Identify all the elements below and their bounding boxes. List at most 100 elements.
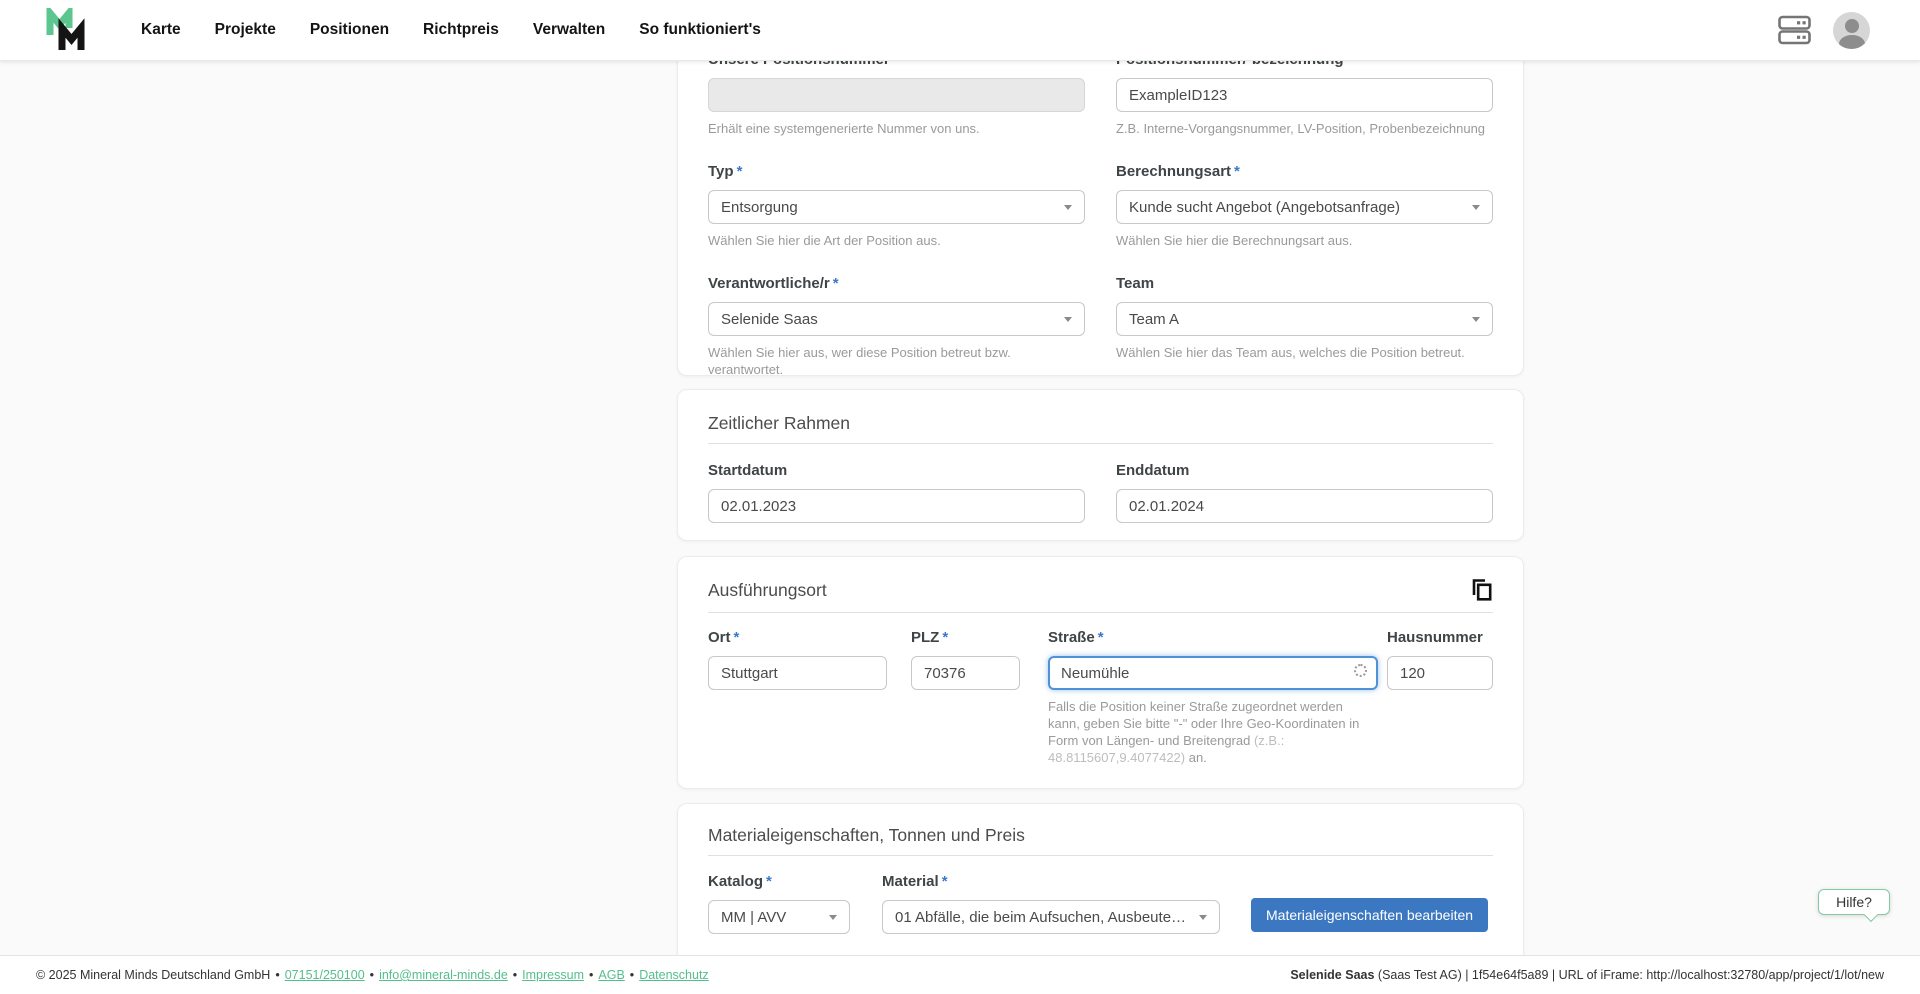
positionsnummer-input[interactable] [1116,78,1493,112]
chevron-down-icon [1064,317,1072,322]
footer-separator: • [370,968,374,982]
footer-separator: • [630,968,634,982]
footer-copyright: © 2025 Mineral Minds Deutschland GmbH [36,968,270,982]
hausnummer-input[interactable] [1387,656,1493,690]
field-startdatum: Startdatum [708,462,1085,523]
startdatum-input[interactable] [708,489,1085,523]
app-header: Karte Projekte Positionen Richtpreis Ver… [0,0,1920,61]
katalog-select[interactable]: MM | AVV [708,900,850,934]
required-asterisk: * [1234,163,1240,180]
field-typ: Typ* Entsorgung Wählen Sie hier die Art … [708,163,1085,249]
card-zeitlicher-rahmen: Zeitlicher Rahmen Startdatum Enddatum [677,389,1524,541]
footer-email-link[interactable]: info@mineral-minds.de [379,968,508,982]
typ-select[interactable]: Entsorgung [708,190,1085,224]
enddatum-input[interactable] [1116,489,1493,523]
field-verantwortliche: Verantwortliche/r* Selenide Saas Wählen … [708,275,1085,378]
plz-label: PLZ [911,629,939,646]
field-plz: PLZ* [911,629,1020,766]
team-helper: Wählen Sie hier das Team aus, welches di… [1116,344,1493,361]
card-ausfuehrungsort: Ausführungsort Ort* PLZ* Straße* [677,556,1524,789]
verantwortliche-label: Verantwortliche/r [708,275,830,292]
strasse-helper-suffix: an. [1185,750,1207,765]
hausnummer-label: Hausnummer [1387,629,1483,646]
section-title-zeitlicher-rahmen: Zeitlicher Rahmen [708,412,1493,434]
field-enddatum: Enddatum [1116,462,1493,523]
footer-impressum-link[interactable]: Impressum [522,968,584,982]
verantwortliche-select[interactable]: Selenide Saas [708,302,1085,336]
mm-logo-icon [45,8,91,52]
card-basisdaten: Unsere Positionsnummer Erhält eine syste… [677,24,1524,376]
material-select[interactable]: 01 Abfälle, die beim Aufsuchen, Ausbeute… [882,900,1220,934]
footer-left: © 2025 Mineral Minds Deutschland GmbH • 07… [36,968,709,982]
field-positionsnummer: Positionsnummer/-bezeichnung Z.B. Intern… [1116,51,1493,137]
footer-agb-link[interactable]: AGB [598,968,624,982]
strasse-input[interactable] [1048,656,1378,690]
katalog-label: Katalog [708,873,763,890]
field-unsere-positionsnummer: Unsere Positionsnummer Erhält eine syste… [708,51,1085,137]
chevron-down-icon [1472,205,1480,210]
required-asterisk: * [1098,629,1104,646]
ort-label: Ort [708,629,731,646]
typ-select-value: Entsorgung [721,199,798,216]
footer-datenschutz-link[interactable]: Datenschutz [639,968,708,982]
footer-session-info: Selenide Saas (Saas Test AG) | 1f54e64f5… [1290,968,1884,982]
plz-input[interactable] [911,656,1020,690]
berechnungsart-label: Berechnungsart [1116,163,1231,180]
enddatum-label: Enddatum [1116,462,1189,479]
required-asterisk: * [833,275,839,292]
nav-item-karte[interactable]: Karte [141,21,181,39]
server-icon[interactable] [1778,15,1811,45]
section-title-material: Materialeigenschaften, Tonnen und Preis [708,824,1493,846]
berechnungsart-select[interactable]: Kunde sucht Angebot (Angebotsanfrage) [1116,190,1493,224]
user-avatar-icon[interactable] [1833,12,1870,49]
startdatum-label: Startdatum [708,462,787,479]
field-strasse: Straße* Falls die Position keiner Straße… [1048,629,1378,766]
strasse-helper-main: Falls die Position keiner Straße zugeord… [1048,699,1359,748]
copy-icon[interactable] [1470,577,1493,603]
chevron-down-icon [1472,317,1480,322]
section-divider [708,612,1493,613]
main-nav: Karte Projekte Positionen Richtpreis Ver… [141,21,761,39]
footer-separator: • [275,968,279,982]
team-select[interactable]: Team A [1116,302,1493,336]
nav-item-richtpreis[interactable]: Richtpreis [423,21,499,39]
footer-user-name: Selenide Saas [1290,968,1374,982]
chevron-down-icon [829,915,837,920]
field-katalog: Katalog* MM | AVV [708,873,850,934]
field-team: Team Team A Wählen Sie hier das Team aus… [1116,275,1493,378]
mineral-minds-logo[interactable] [45,8,91,52]
strasse-helper: Falls die Position keiner Straße zugeord… [1048,698,1378,766]
ort-input[interactable] [708,656,887,690]
berechnungsart-select-value: Kunde sucht Angebot (Angebotsanfrage) [1129,199,1400,216]
berechnungsart-helper: Wählen Sie hier die Berechnungsart aus. [1116,232,1493,249]
field-ort: Ort* [708,629,887,766]
nav-item-verwalten[interactable]: Verwalten [533,21,605,39]
loading-spinner-icon [1354,664,1367,677]
verantwortliche-helper: Wählen Sie hier aus, wer diese Position … [708,344,1085,378]
footer-separator: • [589,968,593,982]
field-material: Material* 01 Abfälle, die beim Aufsuchen… [882,873,1220,934]
materialeigenschaften-bearbeiten-button[interactable]: Materialeigenschaften bearbeiten [1251,898,1488,932]
unsere-positionsnummer-helper: Erhält eine systemgenerierte Nummer von … [708,120,1085,137]
typ-label: Typ [708,163,734,180]
required-asterisk: * [942,629,948,646]
required-asterisk: * [942,873,948,890]
section-title-ausfuehrungsort: Ausführungsort [708,579,827,601]
footer-phone-link[interactable]: 07151/250100 [285,968,365,982]
section-divider [708,443,1493,444]
team-select-value: Team A [1129,311,1179,328]
help-button[interactable]: Hilfe? [1818,889,1890,915]
footer-session-details: (Saas Test AG) | 1f54e64f5a89 | URL of i… [1378,968,1884,982]
avatar-head [1845,19,1859,33]
katalog-select-value: MM | AVV [721,909,786,926]
nav-item-so-funktionierts[interactable]: So funktioniert's [639,21,761,39]
nav-item-positionen[interactable]: Positionen [310,21,389,39]
app-footer: © 2025 Mineral Minds Deutschland GmbH • 07… [0,955,1920,994]
material-label: Material [882,873,939,890]
card-materialeigenschaften: Materialeigenschaften, Tonnen und Preis … [677,803,1524,973]
typ-helper: Wählen Sie hier die Art der Position aus… [708,232,1085,249]
chevron-down-icon [1064,205,1072,210]
footer-separator: • [513,968,517,982]
material-select-value: 01 Abfälle, die beim Aufsuchen, Ausbeute… [895,909,1191,926]
nav-item-projekte[interactable]: Projekte [215,21,276,39]
